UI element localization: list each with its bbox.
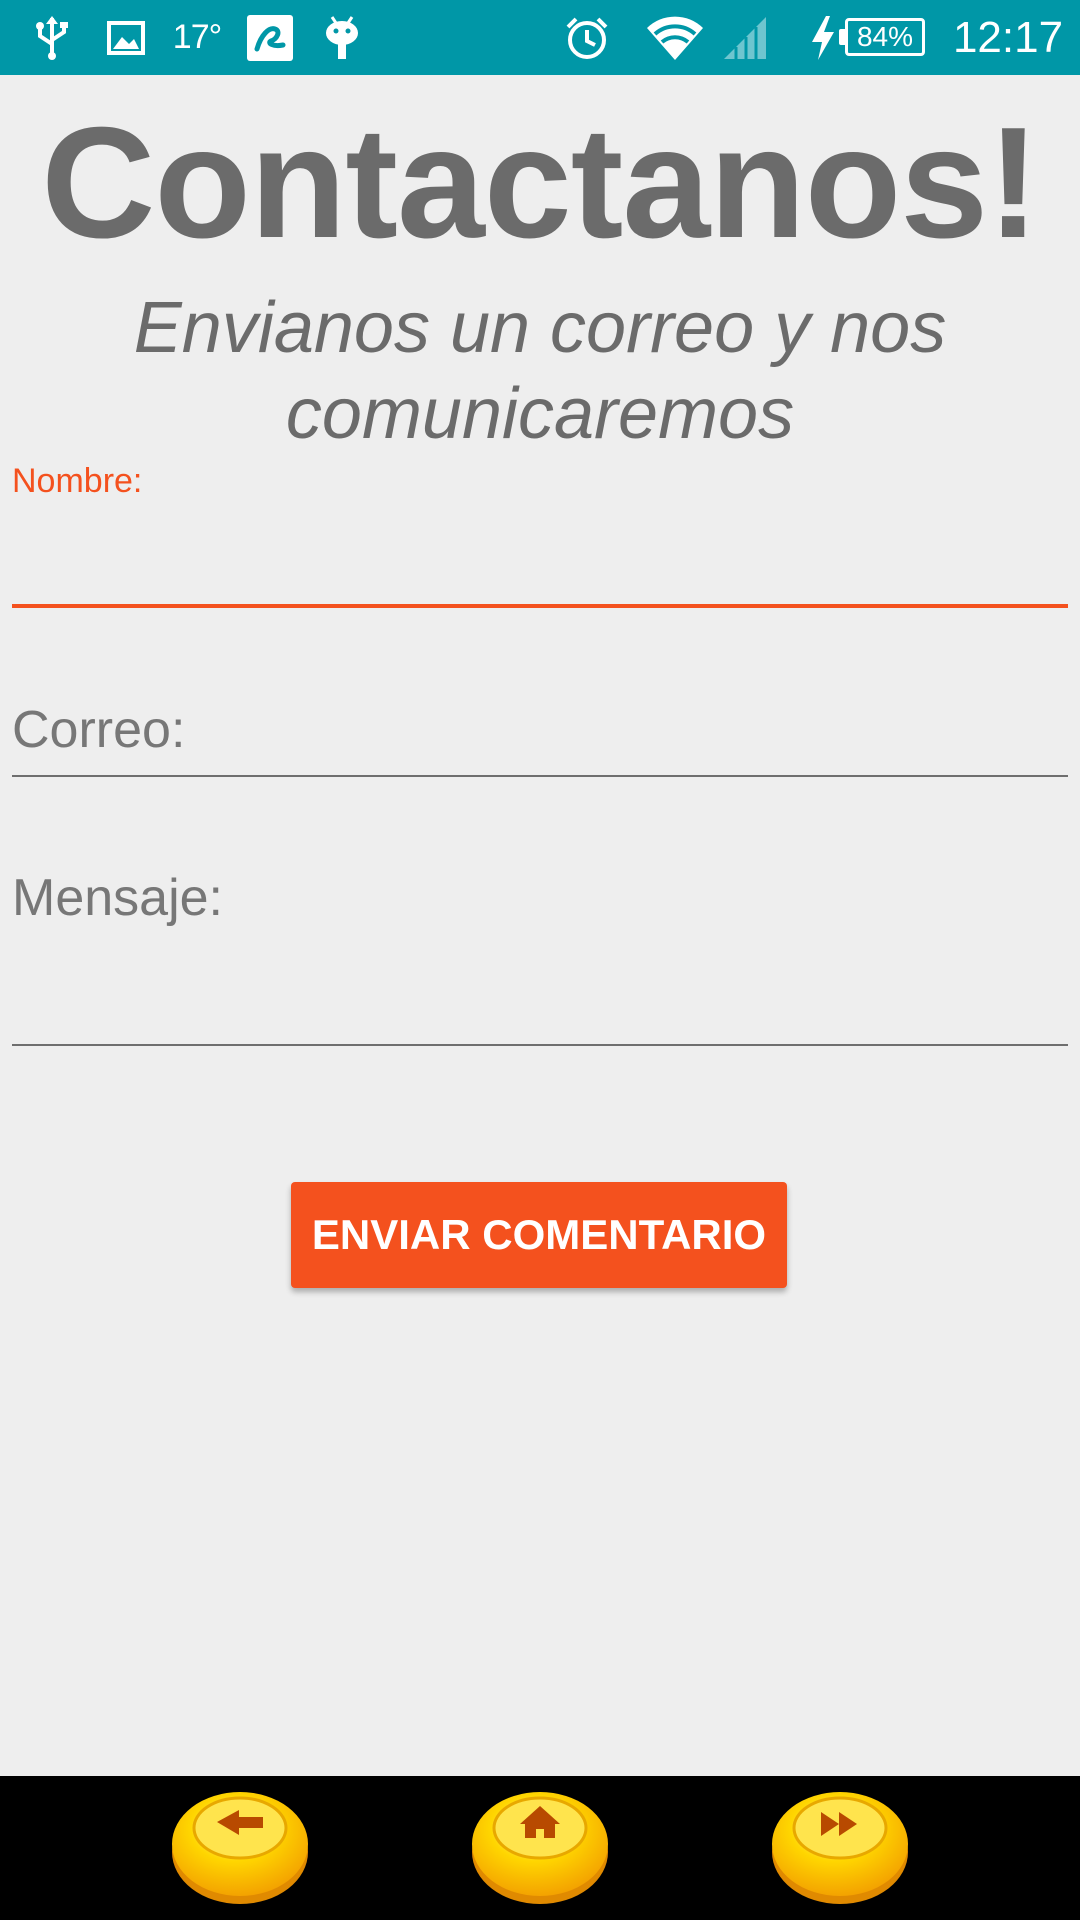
name-field[interactable]: Nombre: xyxy=(12,462,1068,612)
battery-percent-text: 84% xyxy=(856,21,914,52)
home-icon xyxy=(472,1792,608,1904)
email-field-underline xyxy=(12,775,1068,777)
back-button[interactable] xyxy=(165,1782,315,1908)
send-comment-button[interactable]: ENVIAR COMENTARIO xyxy=(291,1182,787,1288)
android-icon xyxy=(320,0,364,75)
send-comment-button-label: ENVIAR COMENTARIO xyxy=(311,1211,767,1258)
alarm-icon xyxy=(562,0,612,75)
usb-icon xyxy=(30,0,74,75)
page-subtitle: Envianos un correo y nos comunicaremos xyxy=(133,288,947,454)
name-field-underline xyxy=(12,604,1068,608)
image-icon xyxy=(104,0,148,75)
email-input[interactable] xyxy=(12,698,1068,762)
clock-text: 12:17 xyxy=(952,12,1064,62)
message-field[interactable] xyxy=(12,866,1068,1050)
name-field-label: Nombre: xyxy=(12,462,143,500)
email-field[interactable] xyxy=(12,698,1068,780)
charging-icon xyxy=(808,0,838,75)
status-bar: 17° 84% 12:17 xyxy=(0,0,1080,75)
message-field-underline xyxy=(12,1044,1068,1046)
back-arrow-icon xyxy=(172,1792,308,1904)
message-input[interactable] xyxy=(12,866,1068,1016)
app-icon xyxy=(246,0,294,75)
home-button[interactable] xyxy=(465,1782,615,1908)
bottom-nav-bar xyxy=(0,1776,1080,1920)
next-button[interactable] xyxy=(765,1782,915,1908)
name-input[interactable] xyxy=(12,518,1068,578)
page-title: Contactanos! xyxy=(41,95,1040,271)
battery-icon: 84% xyxy=(845,18,925,56)
signal-icon xyxy=(720,0,770,75)
fast-forward-icon xyxy=(772,1792,908,1904)
temperature-text: 17° xyxy=(172,18,222,56)
wifi-icon xyxy=(644,0,706,75)
